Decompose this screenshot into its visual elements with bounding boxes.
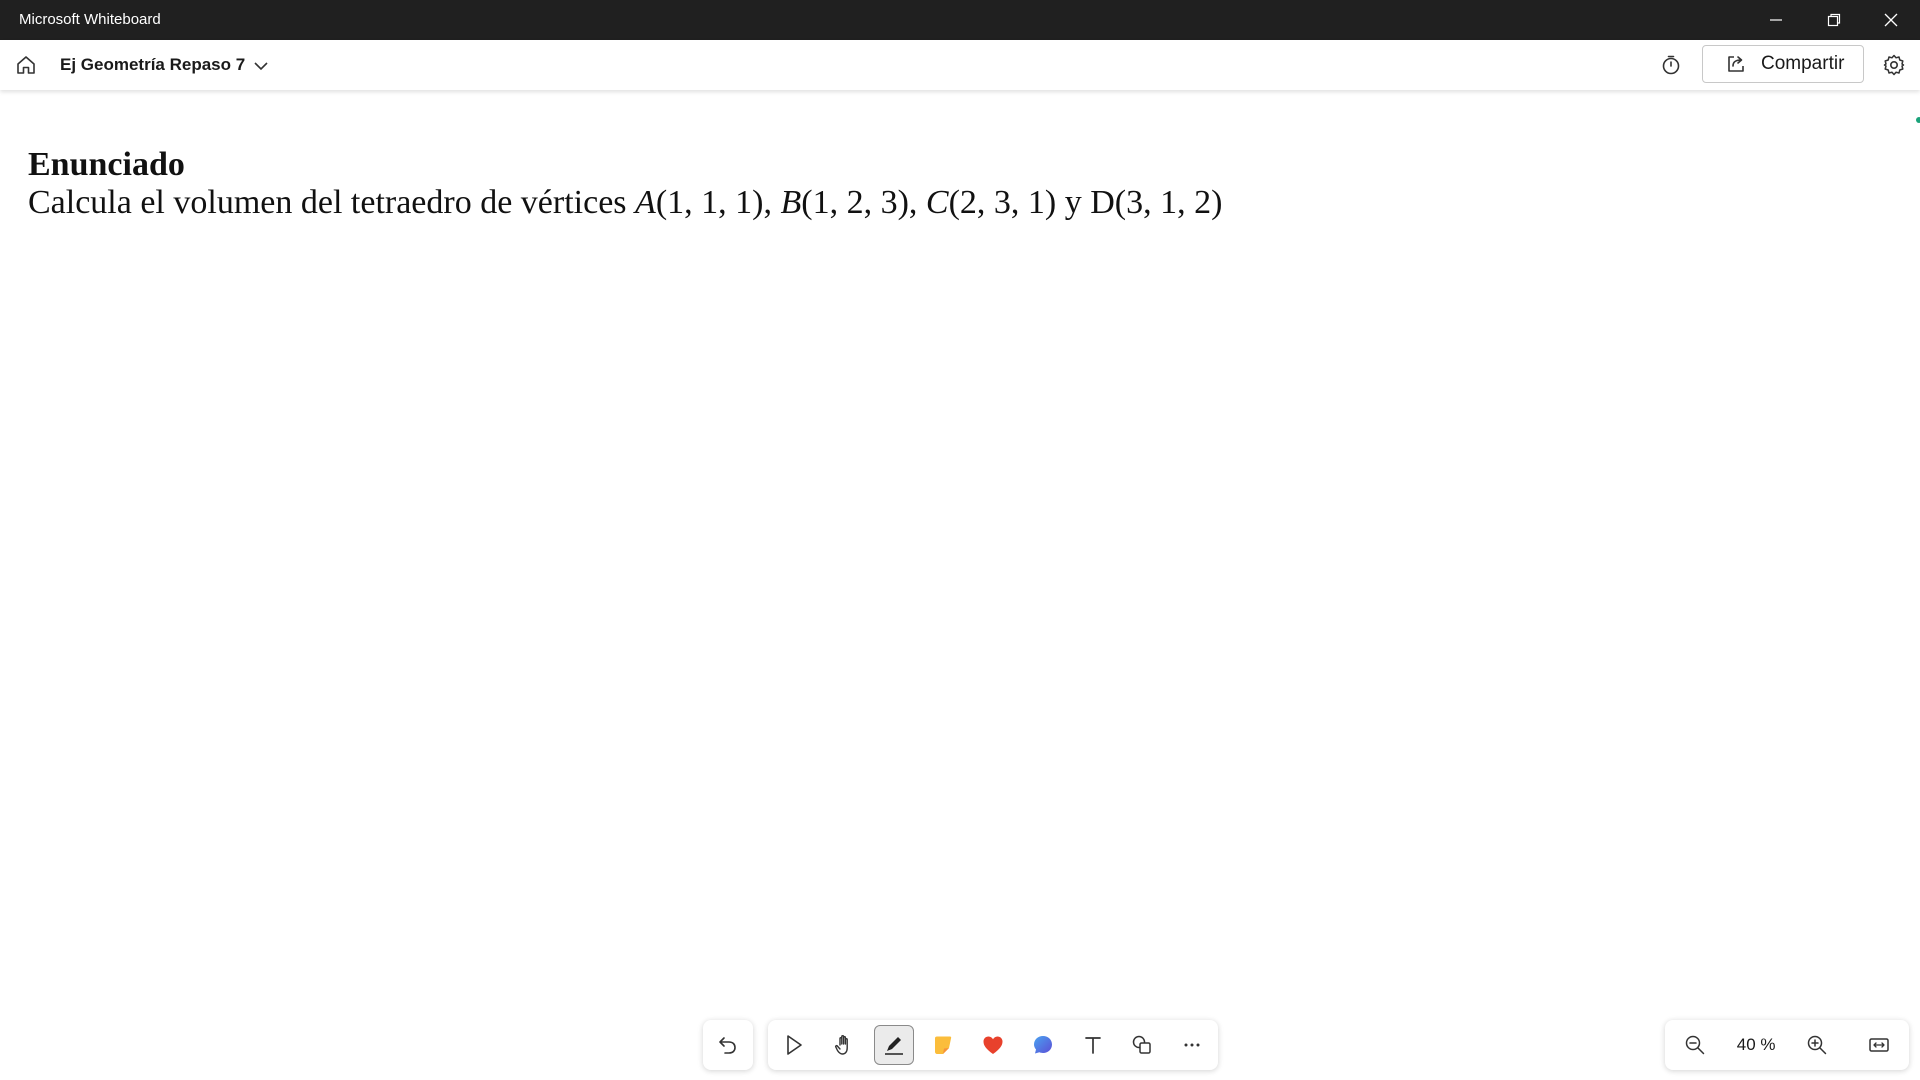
comment-icon (1033, 1036, 1052, 1054)
home-button[interactable] (10, 49, 42, 81)
vertex-c-label: C (925, 184, 949, 221)
timer-icon (1662, 55, 1680, 75)
share-button[interactable]: Compartir (1702, 45, 1864, 83)
minimize-button[interactable] (1747, 0, 1805, 40)
timer-button[interactable] (1655, 49, 1687, 81)
title-bar: Microsoft Whiteboard (0, 0, 1920, 40)
statement-prefix: Calcula el volumen del tetraedro de vért… (28, 184, 636, 221)
statement-heading[interactable]: Enunciado (28, 146, 185, 184)
zoom-level[interactable]: 40 % (1737, 1035, 1776, 1055)
undo-button[interactable] (708, 1025, 748, 1065)
minimize-icon (1770, 19, 1782, 21)
gear-icon (1883, 54, 1905, 76)
zoom-toolbar: 40 % (1665, 1020, 1909, 1070)
text-icon (1084, 1037, 1101, 1054)
vertex-c-d-coords: (2, 3, 1) y D(3, 1, 2) (948, 184, 1223, 221)
zoom-in-button[interactable] (1797, 1025, 1837, 1065)
restore-icon (1827, 13, 1841, 27)
undo-icon (719, 1037, 736, 1054)
chevron-down-icon[interactable] (252, 57, 270, 75)
text-tool[interactable] (1073, 1025, 1113, 1065)
shapes-icon (1133, 1035, 1151, 1054)
more-icon (1184, 1043, 1200, 1047)
hand-icon (834, 1035, 848, 1055)
sticky-note-icon (935, 1036, 952, 1054)
reactions-tool[interactable] (973, 1025, 1013, 1065)
share-icon (1728, 56, 1744, 72)
share-label: Compartir (1761, 53, 1845, 74)
zoom-out-icon (1685, 1035, 1705, 1055)
fit-to-screen-icon (1869, 1038, 1889, 1052)
reactions-icon (983, 1036, 1003, 1054)
app-title: Microsoft Whiteboard (19, 11, 161, 28)
close-icon (1884, 13, 1898, 27)
close-button[interactable] (1862, 0, 1920, 40)
vertex-b-label: B (780, 184, 802, 221)
zoom-in-icon (1808, 1035, 1827, 1055)
tools-toolbar (768, 1020, 1218, 1070)
pen-tool[interactable] (873, 1025, 914, 1065)
statement-text[interactable]: Calcula el volumen del tetraedro de vért… (28, 184, 1222, 222)
board-title[interactable]: Ej Geometría Repaso 7 (60, 55, 245, 75)
pen-icon (884, 1037, 903, 1055)
vertex-a-label: A (635, 184, 656, 221)
restore-button[interactable] (1805, 0, 1863, 40)
more-tools-button[interactable] (1172, 1025, 1212, 1065)
app-bar: Ej Geometría Repaso 7 Compartir (0, 40, 1920, 90)
zoom-out-button[interactable] (1675, 1025, 1715, 1065)
shapes-tool[interactable] (1122, 1025, 1162, 1065)
home-icon (17, 56, 35, 74)
undo-toolbar (703, 1020, 753, 1070)
comment-tool[interactable] (1023, 1025, 1063, 1065)
vertex-b-coords: (1, 2, 3), (801, 184, 926, 221)
select-tool[interactable] (774, 1025, 814, 1065)
whiteboard-canvas[interactable]: Enunciado Calcula el volumen del tetraed… (0, 90, 1920, 1080)
sticky-note-tool[interactable] (923, 1025, 963, 1065)
fit-to-screen-button[interactable] (1859, 1025, 1899, 1065)
select-icon (787, 1035, 802, 1055)
collaborator-indicator (1916, 117, 1920, 123)
pan-tool[interactable] (824, 1025, 864, 1065)
vertex-a-coords: (1, 1, 1), (655, 184, 781, 221)
settings-button[interactable] (1878, 49, 1910, 81)
